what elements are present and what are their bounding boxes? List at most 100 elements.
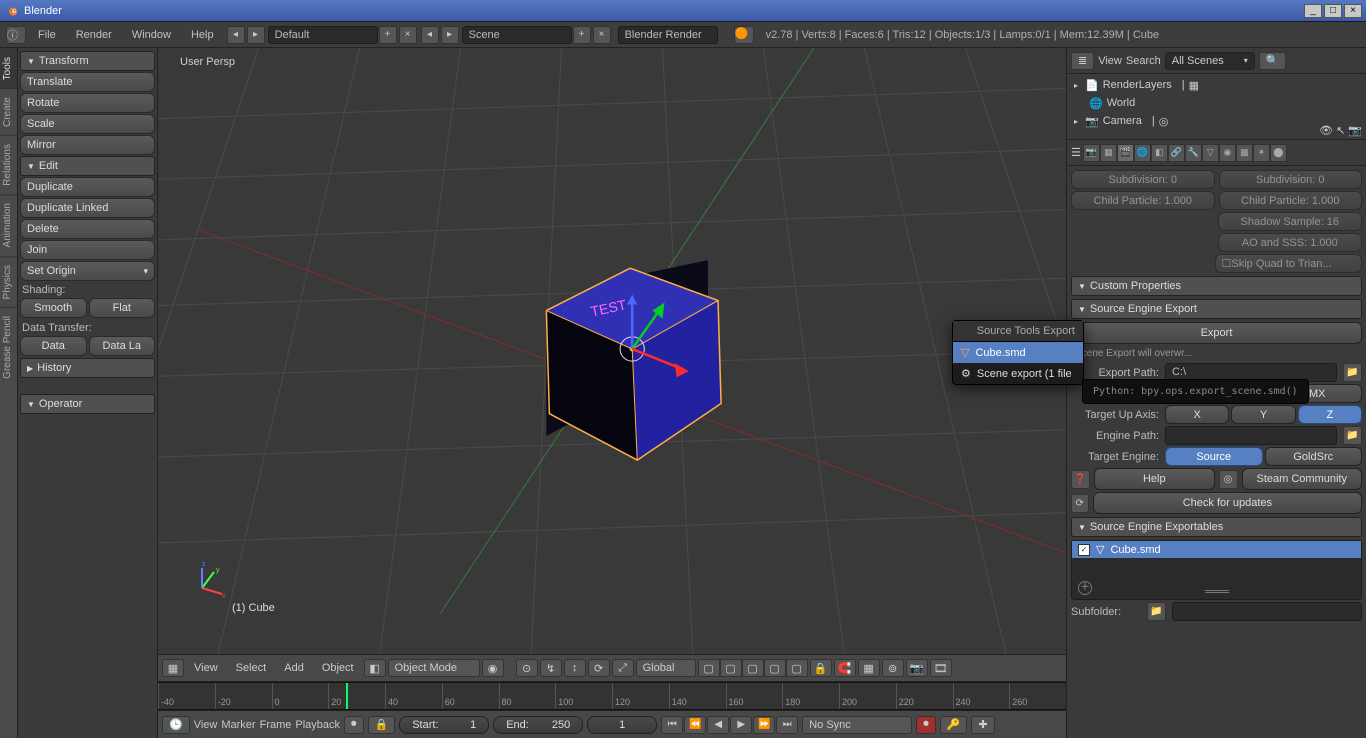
menu-help[interactable]: Help (181, 29, 224, 41)
pivot-button[interactable]: ⊙ (516, 659, 538, 677)
ao-sss-field[interactable]: AO and SSS: 1.000 (1218, 233, 1363, 252)
edit-panel-header[interactable]: Edit (20, 156, 155, 176)
auto-key-icon[interactable]: ⏺ (344, 716, 364, 734)
subdivision-left[interactable]: Subdivision: 0 (1071, 170, 1215, 189)
snap-element-icon[interactable]: ▦ (858, 659, 880, 677)
popup-item-cube[interactable]: ▽ Cube.smd (953, 342, 1083, 363)
operator-panel-header[interactable]: Operator (20, 394, 155, 414)
axis-x-button[interactable]: X (1165, 405, 1229, 424)
vtab-animation[interactable]: Animation (0, 194, 17, 255)
interaction-mode-dropdown[interactable]: Object Mode (388, 659, 480, 677)
vp-menu-select[interactable]: Select (228, 662, 275, 674)
lock-camera-icon[interactable]: 🔒 (810, 659, 832, 677)
screen-layout-field[interactable]: Default (268, 26, 378, 44)
playhead[interactable] (346, 683, 348, 709)
render-anim-icon[interactable]: 🎞 (930, 659, 952, 677)
keying-set-icon[interactable]: 🔑 (940, 716, 968, 734)
del-scene-button[interactable]: × (593, 26, 611, 44)
render-layers-item[interactable]: RenderLayers (1103, 79, 1172, 91)
proportional-edit-icon[interactable]: ⊚ (882, 659, 904, 677)
ptab-particles[interactable]: ✶ (1253, 144, 1270, 162)
lock-range-icon[interactable]: 🔒 (368, 716, 396, 734)
vp-menu-object[interactable]: Object (314, 662, 362, 674)
mirror-button[interactable]: Mirror (20, 135, 155, 155)
fwd-screen-button[interactable]: ▸ (247, 26, 265, 44)
skip-quad-checkbox[interactable]: ☐ Skip Quad to Trian... (1215, 254, 1363, 273)
subfolder-field[interactable] (1172, 602, 1362, 621)
sync-dropdown[interactable]: No Sync (802, 716, 912, 734)
axis-y-button[interactable]: Y (1231, 405, 1295, 424)
vp-menu-add[interactable]: Add (276, 662, 312, 674)
vtab-physics[interactable]: Physics (0, 256, 17, 307)
cursor-icon[interactable]: ↖ (1336, 124, 1345, 137)
export-button[interactable]: Export (1071, 322, 1362, 344)
flat-button[interactable]: Flat (89, 298, 156, 318)
exportables-header[interactable]: Source Engine Exportables (1071, 517, 1362, 537)
subdivision-right[interactable]: Subdivision: 0 (1219, 170, 1363, 189)
end-frame-field[interactable]: End:250 (493, 716, 583, 734)
join-button[interactable]: Join (20, 240, 155, 260)
os-close-button[interactable]: × (1344, 4, 1362, 18)
subfolder-icon[interactable]: 📁 (1147, 602, 1166, 621)
child-particle-left[interactable]: Child Particle: 1.000 (1071, 191, 1215, 210)
timeline[interactable]: -40 -20 0 20 40 60 80 100 120 140 160 18… (158, 682, 1066, 710)
outliner-editor-icon[interactable]: ≣ (1071, 52, 1094, 70)
data-la-button[interactable]: Data La (89, 336, 156, 356)
tl-menu-playback[interactable]: Playback (295, 719, 340, 731)
child-particle-right[interactable]: Child Particle: 1.000 (1219, 191, 1363, 210)
back-screen-button[interactable]: ◂ (227, 26, 245, 44)
ptab-texture[interactable]: ▩ (1236, 144, 1253, 162)
ptab-scene[interactable]: 🎬 (1117, 144, 1134, 162)
vtab-grease-pencil[interactable]: Grease Pencil (0, 307, 17, 387)
timeline-editor-icon[interactable]: 🕒 (162, 716, 190, 734)
help-button[interactable]: Help (1094, 468, 1215, 490)
axis-z-button[interactable]: Z (1298, 405, 1362, 424)
set-origin-dropdown[interactable]: Set Origin (20, 261, 155, 281)
exportables-list[interactable]: ✓ ▽ Cube.smd ＋ (1071, 540, 1362, 600)
os-minimize-button[interactable]: _ (1304, 4, 1322, 18)
scene-field[interactable]: Scene (462, 26, 572, 44)
start-frame-field[interactable]: Start:1 (399, 716, 489, 734)
layer-buttons[interactable]: ▢▢▢▢▢ (698, 659, 808, 677)
world-item[interactable]: World (1107, 97, 1136, 109)
ptab-render[interactable]: 📷 (1083, 144, 1100, 162)
add-scene-button[interactable]: + (573, 26, 591, 44)
translate-button[interactable]: Translate (20, 72, 155, 92)
outliner-filter-dropdown[interactable]: All Scenes (1165, 52, 1255, 70)
delete-button[interactable]: Delete (20, 219, 155, 239)
jump-start-button[interactable]: ⏮ (661, 716, 683, 734)
transform-panel-header[interactable]: Transform (20, 51, 155, 71)
duplicate-button[interactable]: Duplicate (20, 177, 155, 197)
ptab-material[interactable]: ◉ (1219, 144, 1236, 162)
shading-mode-button[interactable]: ◉ (482, 659, 504, 677)
tl-menu-marker[interactable]: Marker (221, 719, 255, 731)
vtab-create[interactable]: Create (0, 88, 17, 135)
back-scene-button[interactable]: ◂ (421, 26, 439, 44)
engine-browse-button[interactable]: 📁 (1343, 426, 1362, 445)
add-layout-button[interactable]: + (379, 26, 397, 44)
menu-file[interactable]: File (28, 29, 66, 41)
jump-end-button[interactable]: ⏭ (776, 716, 798, 734)
eye-icon[interactable]: 👁 (1319, 124, 1333, 137)
data-button[interactable]: Data (20, 336, 87, 356)
prev-key-button[interactable]: ⏪ (684, 716, 706, 734)
play-button[interactable]: ▶ (730, 716, 752, 734)
scale-button[interactable]: Scale (20, 114, 155, 134)
next-key-button[interactable]: ⏩ (753, 716, 775, 734)
props-editor-icon[interactable]: ☰ (1071, 146, 1081, 159)
engine-source-button[interactable]: Source (1165, 447, 1263, 466)
orientation-dropdown[interactable]: Global (636, 659, 696, 677)
browse-folder-button[interactable]: 📁 (1343, 363, 1362, 382)
3d-viewport[interactable]: TEST User Persp (1) Cube (158, 48, 1066, 654)
menu-window[interactable]: Window (122, 29, 181, 41)
shadow-sample-field[interactable]: Shadow Sample: 16 (1218, 212, 1363, 231)
vtab-tools[interactable]: Tools (0, 48, 17, 88)
smooth-button[interactable]: Smooth (20, 298, 87, 318)
engine-path-field[interactable] (1165, 426, 1337, 445)
ptab-data[interactable]: ▽ (1202, 144, 1219, 162)
outliner[interactable]: ▸📄RenderLayers|▦ 🌐World ▸📷Camera|◎ 👁 ↖ 📷 (1067, 74, 1366, 140)
check-updates-button[interactable]: Check for updates (1093, 492, 1362, 514)
del-layout-button[interactable]: × (399, 26, 417, 44)
outliner-menu-view[interactable]: View (1098, 55, 1122, 67)
manipulator-toggle[interactable]: ↯ (540, 659, 562, 677)
